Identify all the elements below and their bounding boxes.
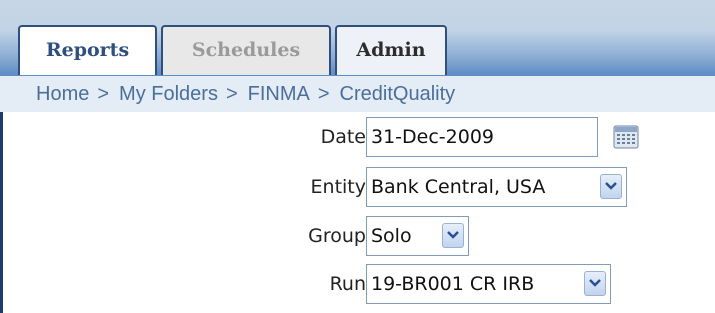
breadcrumb-home[interactable]: Home: [36, 83, 89, 105]
tab-admin[interactable]: Admin: [335, 25, 447, 75]
run-row: Run 19-BR001 CR IRB: [0, 264, 715, 304]
group-select[interactable]: Solo: [366, 216, 469, 256]
tab-reports[interactable]: Reports: [18, 25, 157, 75]
chevron-down-icon[interactable]: [584, 271, 606, 296]
date-input[interactable]: 31-Dec-2009: [366, 117, 598, 157]
breadcrumb-finma[interactable]: FINMA: [248, 83, 310, 105]
breadcrumb-trail: Home > My Folders > FINMA > CreditQuality: [36, 76, 455, 112]
chevron-down-icon[interactable]: [442, 223, 464, 248]
breadcrumb-separator: >: [317, 83, 330, 105]
breadcrumb-separator: >: [225, 83, 238, 105]
breadcrumb-my-folders[interactable]: My Folders: [119, 83, 218, 105]
run-select[interactable]: 19-BR001 CR IRB: [366, 264, 611, 304]
group-value: Solo: [371, 225, 412, 247]
entity-value: Bank Central, USA: [371, 176, 546, 198]
group-row: Group Solo: [0, 216, 715, 256]
date-label: Date: [320, 126, 366, 148]
chevron-down-icon[interactable]: [600, 174, 622, 199]
run-label: Run: [329, 273, 366, 295]
breadcrumb: Home > My Folders > FINMA > CreditQuality: [0, 75, 715, 112]
group-label: Group: [308, 225, 366, 247]
tab-schedules[interactable]: Schedules: [161, 25, 331, 75]
breadcrumb-separator: >: [97, 83, 110, 105]
date-row: Date 31-Dec-2009: [0, 117, 715, 157]
run-value: 19-BR001 CR IRB: [371, 273, 535, 295]
breadcrumb-creditquality[interactable]: CreditQuality: [340, 83, 456, 105]
entity-row: Entity Bank Central, USA: [0, 167, 715, 207]
entity-select[interactable]: Bank Central, USA: [366, 167, 627, 207]
report-parameters-window: Reports Schedules Admin Home > My Folders >…: [0, 0, 715, 313]
calendar-icon[interactable]: [613, 125, 639, 149]
entity-label: Entity: [310, 176, 366, 198]
